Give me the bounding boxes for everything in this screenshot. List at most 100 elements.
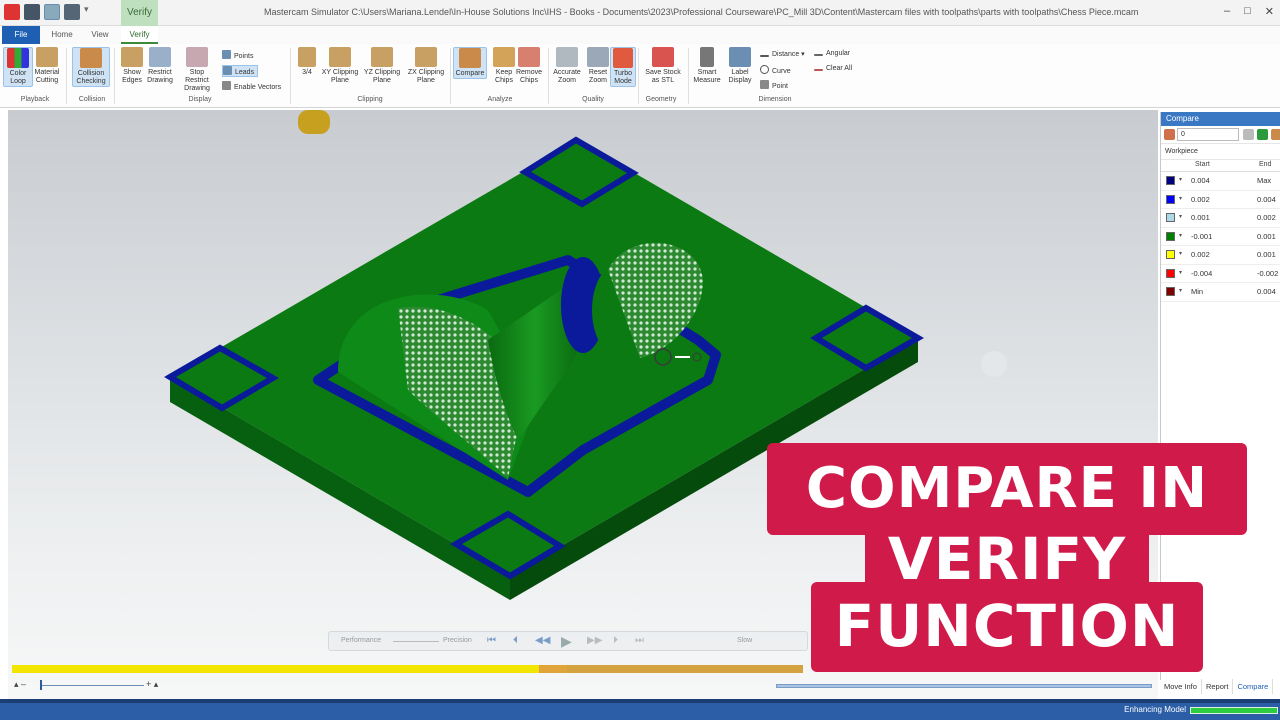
color-swatch[interactable] xyxy=(1166,176,1175,185)
compare-button[interactable]: Compare xyxy=(453,47,487,79)
points-button[interactable]: Points xyxy=(222,50,253,60)
range-start[interactable]: -0.004 xyxy=(1191,269,1212,278)
pointer-icon[interactable] xyxy=(44,4,60,20)
end-button[interactable]: ⏭ xyxy=(635,635,644,646)
tab-move-info[interactable]: Move Info xyxy=(1160,679,1202,694)
save-stock-button[interactable]: Save Stock as STL xyxy=(643,47,683,85)
range-end[interactable]: -0.002 xyxy=(1257,269,1278,278)
tab-home[interactable]: Home xyxy=(48,26,76,44)
range-end[interactable]: Max xyxy=(1257,176,1271,185)
range-end[interactable]: 0.001 xyxy=(1257,232,1276,241)
maximize-button[interactable]: □ xyxy=(1244,5,1251,18)
leads-button[interactable]: Leads xyxy=(222,65,259,77)
zoom-slider-handle[interactable] xyxy=(40,680,42,690)
color-swatch[interactable] xyxy=(1166,194,1175,204)
tab-verify[interactable]: Verify xyxy=(121,26,158,44)
minimize-button[interactable]: – xyxy=(1224,5,1230,18)
close-button[interactable]: ✕ xyxy=(1265,5,1274,18)
collision-checking-button[interactable]: Collision Checking xyxy=(72,47,110,87)
step-forward-button[interactable]: ⏵ xyxy=(613,635,618,646)
compare-row[interactable]: ▾ Min 0.004 xyxy=(1161,283,1280,302)
rewind-button[interactable]: ⏮ xyxy=(487,635,496,646)
leads-icon xyxy=(223,66,232,75)
zoom-out-button[interactable]: ▴ – xyxy=(14,679,26,690)
compare-row[interactable]: ▾ 0.002 0.001 xyxy=(1161,246,1280,265)
forward-button[interactable]: ▶▶ xyxy=(587,635,602,646)
range-start[interactable]: Min xyxy=(1191,287,1203,296)
grid-icon[interactable] xyxy=(24,4,40,20)
zx-clipping-button[interactable]: ZX Clipping Plane xyxy=(405,47,447,85)
color-loop-button[interactable]: Color Loop xyxy=(3,47,33,87)
chevron-down-icon[interactable]: ▾ xyxy=(1179,232,1182,239)
compare-value-field[interactable]: 0 xyxy=(1177,128,1239,141)
qat-dropdown-icon[interactable]: ▾ xyxy=(84,4,94,20)
chevron-down-icon[interactable]: ▾ xyxy=(1179,195,1182,202)
yz-clipping-button[interactable]: YZ Clipping Plane xyxy=(362,47,402,85)
range-start[interactable]: 0.002 xyxy=(1191,195,1210,204)
angular-button[interactable]: Angular xyxy=(814,50,850,57)
workpiece-select[interactable]: Workpiece xyxy=(1161,144,1280,160)
operation-slider[interactable] xyxy=(776,684,1152,688)
range-start[interactable]: 0.002 xyxy=(1191,250,1210,259)
zoom-slider[interactable] xyxy=(40,685,144,686)
options-icon[interactable] xyxy=(1271,129,1280,140)
range-end[interactable]: 0.004 xyxy=(1257,287,1276,296)
material-cutting-button[interactable]: Material Cutting xyxy=(32,47,62,85)
tab-file[interactable]: File xyxy=(2,26,40,44)
color-swatch[interactable] xyxy=(1166,213,1175,222)
compare-row[interactable]: ▾ 0.004 Max xyxy=(1161,172,1280,191)
point-button[interactable]: Point xyxy=(760,80,788,90)
chevron-down-icon[interactable]: ▾ xyxy=(1179,213,1182,220)
monitor-icon[interactable] xyxy=(64,4,80,20)
app-logo-icon xyxy=(4,4,20,20)
show-edges-button[interactable]: Show Edges xyxy=(117,47,147,85)
reset-zoom-button[interactable]: Reset Zoom xyxy=(583,47,613,85)
step-back-button[interactable]: ⏴ xyxy=(513,635,518,646)
range-end[interactable]: 0.002 xyxy=(1257,213,1276,222)
stop-restrict-drawing-button[interactable]: Stop Restrict Drawing xyxy=(177,47,217,93)
refresh-icon[interactable] xyxy=(1243,129,1254,140)
color-swatch[interactable] xyxy=(1166,250,1175,259)
accurate-zoom-button[interactable]: Accurate Zoom xyxy=(552,47,582,85)
tab-view[interactable]: View xyxy=(86,26,114,44)
close-icon[interactable] xyxy=(1257,129,1268,140)
compare-row[interactable]: ▾ 0.002 0.004 xyxy=(1161,191,1280,209)
tab-report[interactable]: Report xyxy=(1202,679,1234,694)
color-swatch[interactable] xyxy=(1166,268,1175,278)
range-start[interactable]: 0.004 xyxy=(1191,176,1210,185)
compare-row[interactable]: ▾ -0.001 0.001 xyxy=(1161,228,1280,246)
zoom-in-button[interactable]: + ▴ xyxy=(146,679,158,690)
play-button[interactable]: ▶ xyxy=(561,633,572,650)
smart-measure-button[interactable]: Smart Measure xyxy=(692,47,722,85)
restrict-drawing-button[interactable]: Restrict Drawing xyxy=(145,47,175,85)
color-swatch[interactable] xyxy=(1166,231,1175,241)
remove-chips-button[interactable]: Remove Chips xyxy=(514,47,544,85)
tab-compare[interactable]: Compare xyxy=(1233,679,1274,694)
compare-row[interactable]: ▾ -0.004 -0.002 xyxy=(1161,265,1280,283)
tool-icon[interactable] xyxy=(1164,129,1175,140)
banner-line-1: COMPARE IN xyxy=(767,443,1247,535)
xy-clipping-button[interactable]: XY Clipping Plane xyxy=(320,47,360,85)
reset-zoom-icon xyxy=(587,47,609,67)
chevron-down-icon[interactable]: ▾ xyxy=(1179,269,1182,276)
curve-button[interactable]: Curve xyxy=(760,65,791,75)
reverse-button[interactable]: ◀◀ xyxy=(535,635,550,646)
color-swatch[interactable] xyxy=(1166,287,1175,296)
restrict-drawing-icon xyxy=(149,47,171,67)
enable-vectors-button[interactable]: Enable Vectors xyxy=(222,81,281,91)
group-separator xyxy=(548,48,549,104)
compare-row[interactable]: ▾ 0.001 0.002 xyxy=(1161,209,1280,228)
range-end[interactable]: 0.004 xyxy=(1257,195,1276,204)
chevron-down-icon[interactable]: ▾ xyxy=(1179,250,1182,257)
turbo-mode-button[interactable]: Turbo Mode xyxy=(610,47,636,87)
chevron-down-icon[interactable]: ▾ xyxy=(1179,287,1182,294)
chevron-down-icon[interactable]: ▾ xyxy=(1179,176,1182,183)
three-quarter-button[interactable]: 3/4 xyxy=(296,47,318,77)
quality-slider[interactable] xyxy=(393,641,439,642)
distance-button[interactable]: Distance ▾ xyxy=(760,50,805,58)
clear-all-button[interactable]: Clear All xyxy=(814,65,852,72)
range-start[interactable]: 0.001 xyxy=(1191,213,1210,222)
label-display-button[interactable]: Label Display xyxy=(724,47,756,85)
range-start[interactable]: -0.001 xyxy=(1191,232,1212,241)
range-end[interactable]: 0.001 xyxy=(1257,250,1276,259)
